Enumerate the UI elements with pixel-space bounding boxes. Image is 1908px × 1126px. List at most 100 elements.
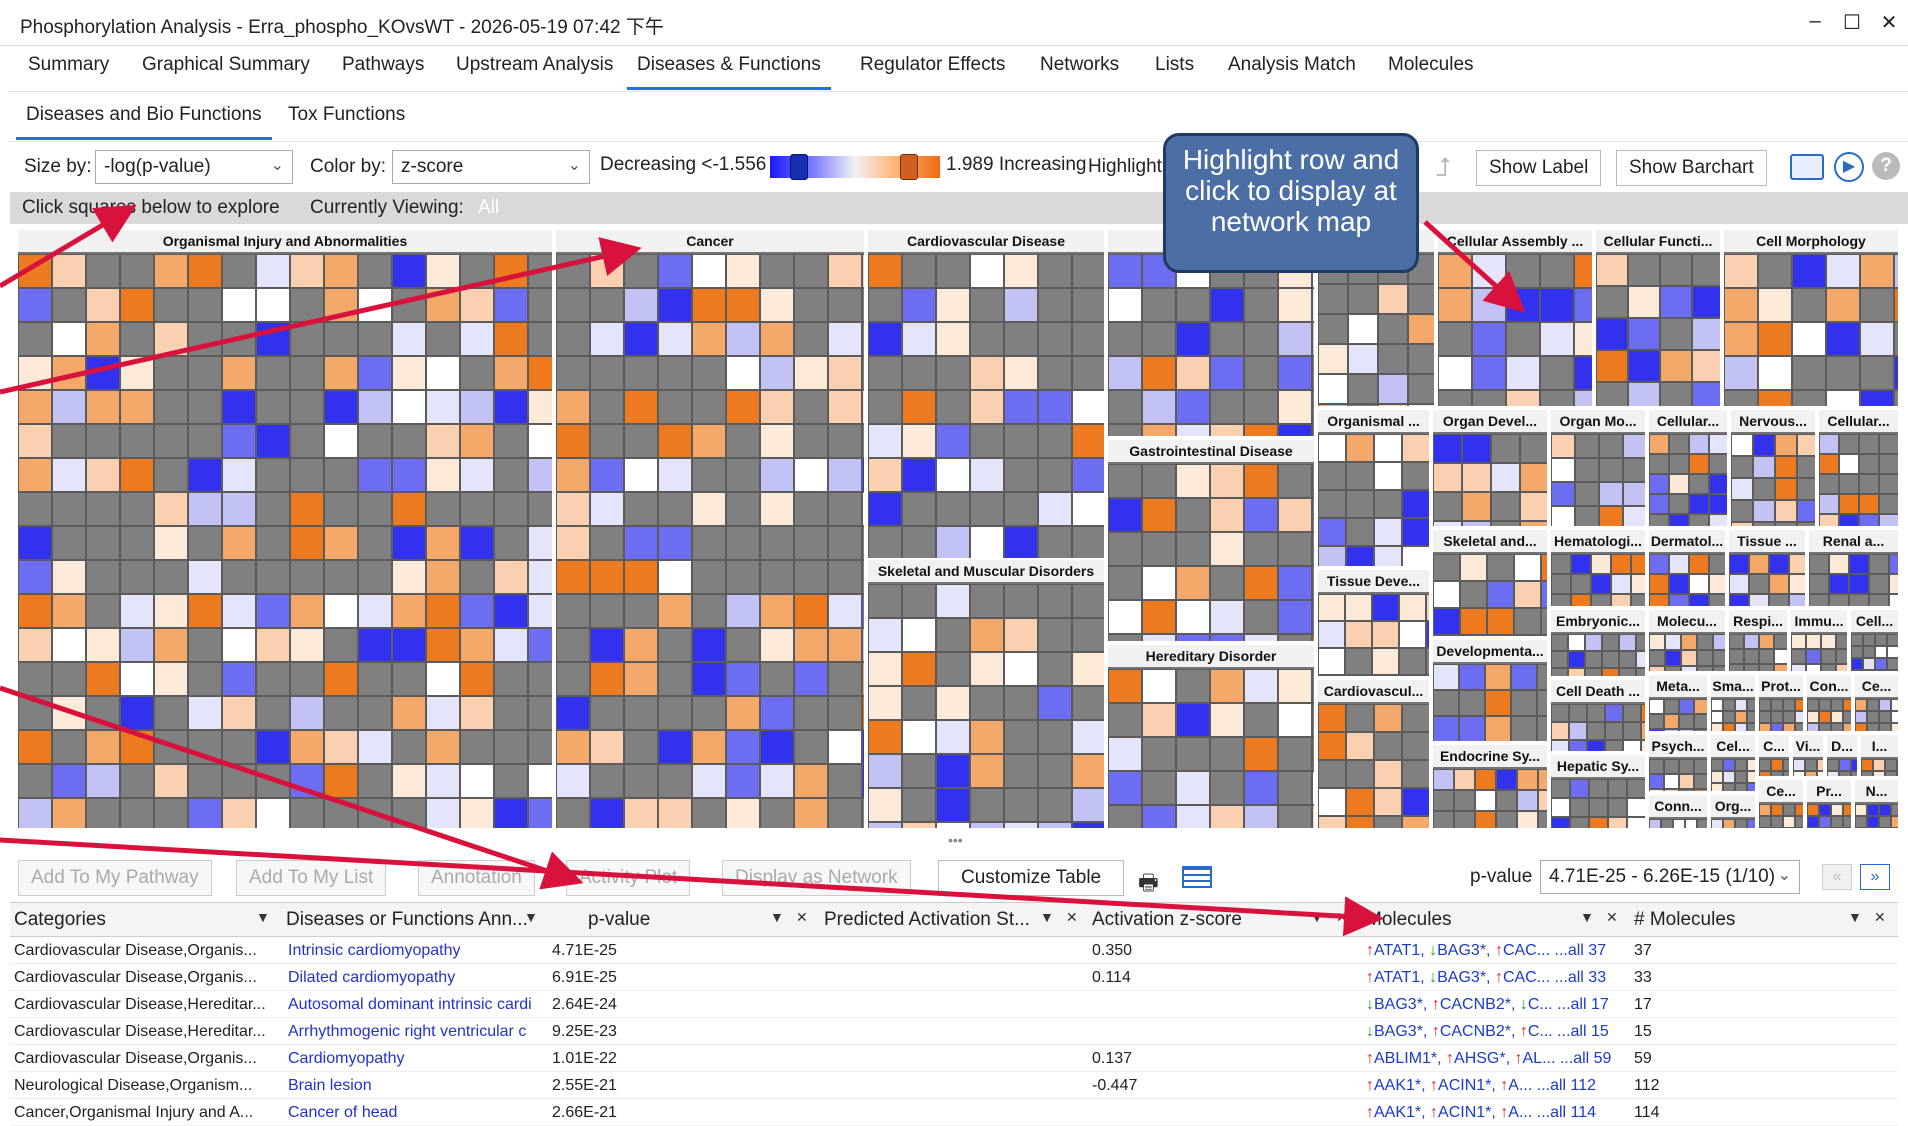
treemap-cell[interactable] [460, 628, 494, 662]
treemap-cell[interactable] [970, 618, 1004, 652]
treemap-cell[interactable] [658, 696, 692, 730]
treemap-cell[interactable] [460, 594, 494, 628]
treemap-cell[interactable] [154, 322, 188, 356]
treemap-cell[interactable] [1709, 494, 1727, 514]
treemap-cell[interactable] [1491, 463, 1520, 492]
treemap-cell[interactable] [1774, 664, 1787, 671]
treemap-cell[interactable] [1628, 350, 1660, 382]
treemap-cell[interactable] [1210, 356, 1244, 390]
treemap-cell[interactable] [1664, 774, 1679, 789]
treemap-cell[interactable] [1537, 690, 1547, 716]
treemap-cell[interactable] [494, 492, 528, 526]
treemap-cell[interactable] [970, 390, 1004, 424]
treemap-cell[interactable] [1619, 651, 1636, 668]
treemap-region[interactable]: Tissue ... [1727, 528, 1807, 608]
treemap-cell[interactable] [18, 526, 52, 560]
treemap-cell[interactable] [18, 594, 52, 628]
treemap-cell[interactable] [1472, 356, 1506, 390]
treemap-cell[interactable] [1210, 498, 1244, 532]
treemap-cell[interactable] [52, 526, 86, 560]
treemap-cell[interactable] [1496, 790, 1517, 811]
treemap-cell[interactable] [528, 628, 552, 662]
treemap-cell[interactable] [1475, 811, 1496, 828]
treemap-cell[interactable] [290, 424, 324, 458]
all-molecules-link[interactable]: ...all 33 [1550, 969, 1607, 986]
treemap-cell[interactable] [1511, 690, 1537, 716]
treemap-cell[interactable] [1891, 699, 1898, 711]
treemap-cell[interactable] [358, 594, 392, 628]
treemap-cell[interactable] [1723, 771, 1735, 783]
treemap-cell[interactable] [1859, 454, 1879, 474]
treemap-cell[interactable] [1402, 816, 1429, 828]
treemap-cell[interactable] [188, 356, 222, 390]
treemap-cell[interactable] [868, 288, 902, 322]
treemap-cell[interactable] [868, 390, 902, 424]
treemap-cell[interactable] [1520, 434, 1547, 463]
treemap-cell[interactable] [1649, 774, 1664, 789]
treemap-cell[interactable] [1783, 723, 1795, 731]
treemap-cell[interactable] [1692, 382, 1720, 406]
treemap-cell[interactable] [494, 526, 528, 560]
treemap-cell[interactable] [868, 458, 902, 492]
treemap-cell[interactable] [1487, 608, 1514, 635]
treemap-cell[interactable] [1749, 574, 1769, 594]
treemap-cell[interactable] [1278, 669, 1312, 703]
treemap-cell[interactable] [1108, 532, 1142, 566]
treemap-cell[interactable] [1711, 819, 1723, 828]
treemap-cell[interactable] [624, 424, 658, 458]
treemap-cell[interactable] [1491, 492, 1520, 521]
treemap-cell[interactable] [188, 492, 222, 526]
table-row[interactable]: Neurological Disease,Organism... Brain le… [10, 1072, 1898, 1099]
treemap-cell[interactable] [794, 254, 828, 288]
treemap-cell[interactable] [1792, 322, 1826, 356]
treemap-cell[interactable] [18, 492, 52, 526]
treemap-cell[interactable] [624, 526, 658, 560]
treemap-cell[interactable] [1460, 581, 1487, 608]
treemap-cell[interactable] [426, 424, 460, 458]
treemap-cell[interactable] [1570, 817, 1589, 828]
treemap-cell[interactable] [1244, 703, 1278, 737]
treemap-cell[interactable] [1711, 759, 1723, 771]
treemap-cell[interactable] [970, 822, 1004, 828]
treemap-cell[interactable] [1210, 532, 1244, 566]
treemap-cell[interactable] [760, 560, 794, 594]
treemap-cell[interactable] [1176, 600, 1210, 634]
molecules-cell[interactable]: ↑ABLIM1*, ↑AHSG*, ↑AL... ...all 59 [1366, 1050, 1626, 1068]
treemap-cell[interactable] [154, 458, 188, 492]
treemap-cell[interactable] [1517, 790, 1538, 811]
treemap-cell[interactable] [52, 662, 86, 696]
treemap-cell[interactable] [726, 628, 760, 662]
treemap-cell[interactable] [1875, 658, 1887, 670]
treemap-cell[interactable] [1372, 648, 1399, 675]
treemap-cell[interactable] [1681, 650, 1697, 666]
clear-filter-icon[interactable]: ✕ [796, 909, 808, 926]
tab-diseases-functions[interactable]: Diseases & Functions [627, 54, 831, 90]
treemap-cell[interactable] [556, 458, 590, 492]
treemap-cell[interactable] [1278, 566, 1312, 600]
treemap-cell[interactable] [1459, 664, 1485, 690]
treemap-cell[interactable] [868, 526, 902, 560]
treemap-cell[interactable] [154, 356, 188, 390]
treemap-cell[interactable] [222, 594, 256, 628]
treemap-cell[interactable] [590, 526, 624, 560]
treemap-cell[interactable] [1623, 482, 1645, 506]
treemap-cell[interactable] [658, 628, 692, 662]
treemap-cell[interactable] [1753, 478, 1775, 500]
treemap-region[interactable]: Cellular Functi... [1594, 228, 1722, 408]
treemap-cell[interactable] [1348, 344, 1378, 374]
filter-icon[interactable]: ▼ [1040, 909, 1054, 925]
treemap-cell[interactable] [392, 254, 426, 288]
treemap-cell[interactable] [324, 254, 358, 288]
treemap-cell[interactable] [1860, 288, 1894, 322]
treemap-cell[interactable] [1038, 584, 1072, 618]
treemap-cell[interactable] [1887, 646, 1898, 658]
treemap-cell[interactable] [324, 526, 358, 560]
treemap-cell[interactable] [528, 390, 552, 424]
table-row[interactable]: Cardiovascular Disease,Organis... Intrins… [10, 937, 1898, 964]
treemap-cell[interactable] [1839, 514, 1859, 526]
treemap-cell[interactable] [1038, 526, 1072, 560]
treemap-cell[interactable] [692, 696, 726, 730]
treemap-cell[interactable] [692, 492, 726, 526]
treemap-cell[interactable] [1568, 668, 1585, 676]
treemap-cell[interactable] [1589, 779, 1608, 798]
